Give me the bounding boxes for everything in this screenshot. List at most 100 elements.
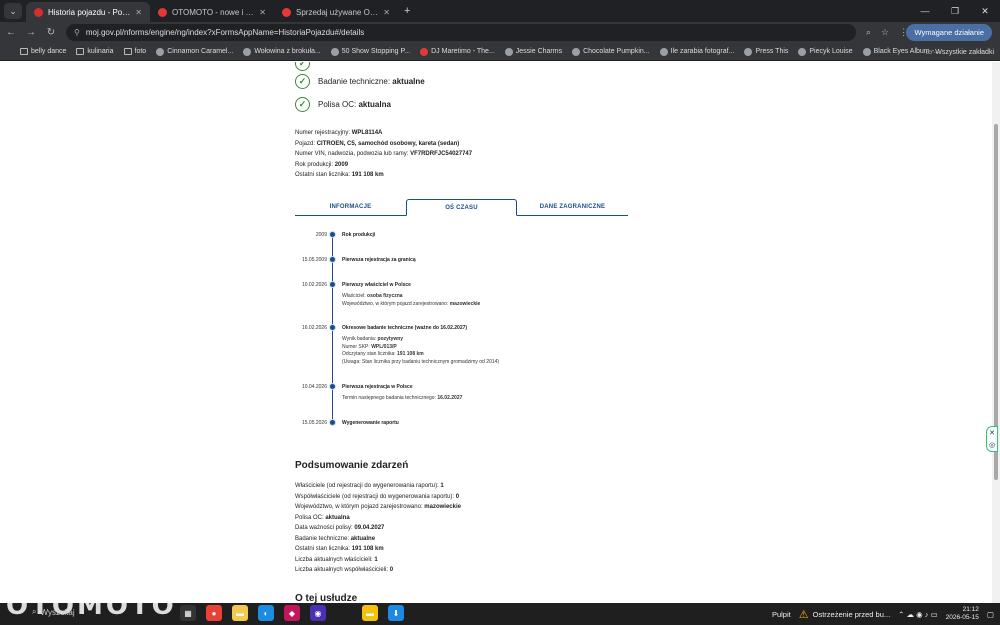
close-tab-icon[interactable]: ✕ bbox=[135, 8, 142, 17]
timeline-detail-row: Numer SKP: WPL/013/P bbox=[342, 344, 499, 352]
status-hidden: ✓ bbox=[295, 62, 310, 71]
warning-notification[interactable]: ⚠ Ostrzeżenie przed bu... bbox=[799, 608, 890, 621]
clock[interactable]: 21:12 2026-05-15 bbox=[946, 606, 979, 622]
edge-icon[interactable]: ◐ bbox=[258, 605, 274, 621]
desktop-label[interactable]: Pulpit bbox=[772, 610, 791, 619]
summary-row: Współwłaściciele (od rejestracji do wyge… bbox=[295, 492, 461, 503]
bookmark-item[interactable]: 50 Show Stopping P... bbox=[330, 47, 411, 56]
taskbar: OTOMOTO ⌕ Wyszukaj ▦ ● ▬ ◐ ◆ ◉ ▬ ⬇ Pulpi… bbox=[0, 591, 1000, 625]
timeline-date: 16.02.2026 bbox=[301, 325, 327, 331]
summary-row: Data ważności polisy: 09.04.2027 bbox=[295, 523, 461, 534]
zoom-icon[interactable]: ⌕ bbox=[866, 27, 871, 38]
required-action-button[interactable]: Wymagane działanie bbox=[906, 24, 992, 41]
folder-icon[interactable]: ▬ bbox=[362, 605, 378, 621]
back-icon[interactable]: ← bbox=[2, 27, 20, 38]
tab-oś-czasu[interactable]: OŚ CZASU bbox=[406, 199, 517, 216]
timeline-dot bbox=[329, 383, 336, 390]
page-tabs: INFORMACJE OŚ CZASU DANE ZAGRANICZNE bbox=[295, 199, 628, 216]
search-icon: ⌕ bbox=[32, 607, 37, 616]
summary-row: Liczba aktualnych właścicieli: 1 bbox=[295, 555, 461, 566]
timeline-detail-row: Termin następnego badania technicznego: … bbox=[342, 395, 462, 403]
notifications-icon[interactable]: ▢ bbox=[987, 610, 994, 619]
timeline-dot bbox=[329, 281, 336, 288]
bookmark-label: Press This bbox=[755, 48, 789, 55]
summary-row: Polisa OC: aktualna bbox=[295, 513, 461, 524]
site-icon bbox=[243, 47, 252, 56]
address-bar[interactable]: ⚲ moj.gov.pl/nforms/engine/ng/index?xFor… bbox=[66, 24, 856, 41]
bookmark-item[interactable]: belly dance bbox=[20, 48, 66, 56]
file-explorer-icon[interactable]: ▬ bbox=[232, 605, 248, 621]
bookmark-label: 50 Show Stopping P... bbox=[341, 48, 411, 55]
taskbar-search[interactable]: ⌕ Wyszukaj bbox=[32, 607, 75, 617]
accessibility-widget[interactable]: ✕ ◎ bbox=[986, 426, 998, 452]
bookmark-item[interactable]: DJ Maretimo - The... bbox=[420, 47, 495, 56]
tab-informacje[interactable]: INFORMACJE bbox=[295, 199, 406, 215]
vehicle-info: Numer rejestracyjny: WPL8114A Pojazd: CIT… bbox=[295, 128, 472, 181]
browser-tab-strip: ⌄ Historia pojazdu - Portal gov.pl✕OTOMO… bbox=[0, 0, 1000, 22]
bookmark-item[interactable]: kulinaria bbox=[76, 48, 114, 56]
timeline-detail-row: Właściciel: osoba fizyczna bbox=[342, 293, 480, 301]
bookmark-label: foto bbox=[134, 48, 147, 55]
bookmark-item[interactable]: Wołowina z brokuła... bbox=[243, 47, 321, 56]
close-icon[interactable]: ✕ bbox=[989, 429, 995, 437]
close-tab-icon[interactable]: ✕ bbox=[259, 8, 266, 17]
vehicle-info-value: CITROEN, C5, samochód osobowy, kareta (s… bbox=[316, 140, 460, 147]
downloads-icon[interactable]: ⬇ bbox=[388, 605, 404, 621]
timeline-title: Rok produkcji bbox=[342, 232, 376, 238]
timeline-detail-value: WPL/013/P bbox=[371, 343, 397, 350]
bookmark-item[interactable]: Press This bbox=[744, 47, 789, 56]
youtube-icon bbox=[420, 47, 429, 56]
timeline-detail-row: (Uwaga: Stan licznika przy badaniu techn… bbox=[342, 359, 499, 367]
bookmark-label: Wołowina z brokuła... bbox=[254, 48, 321, 55]
maximize-icon[interactable]: ❐ bbox=[940, 0, 970, 22]
site-icon bbox=[798, 47, 807, 56]
chrome-icon[interactable]: ● bbox=[206, 605, 222, 621]
timeline-date: 15.05.2026 bbox=[301, 420, 327, 426]
browser-tab[interactable]: Historia pojazdu - Portal gov.pl ✕ bbox=[26, 2, 150, 22]
status-inspection: ✓ Badanie techniczne: aktualne bbox=[295, 74, 425, 89]
summary-label: Badanie techniczne: bbox=[295, 535, 351, 542]
site-icon bbox=[504, 47, 513, 56]
bookmark-star-icon[interactable]: ☆ bbox=[881, 27, 889, 38]
bookmark-label: Cinnamon Caramel... bbox=[167, 48, 234, 55]
site-info-icon[interactable]: ⚲ bbox=[74, 28, 80, 37]
bookmark-item[interactable]: Ile zarabia fotograf... bbox=[659, 47, 735, 56]
summary-value: aktualne bbox=[350, 535, 376, 542]
forward-icon[interactable]: → bbox=[22, 27, 40, 38]
summary-label: Ostatni stan licznika: bbox=[295, 546, 352, 552]
check-icon: ✓ bbox=[295, 97, 310, 112]
all-bookmarks[interactable]: ▭ Wszystkie zakładki bbox=[926, 43, 994, 61]
minimize-icon[interactable]: — bbox=[910, 0, 940, 22]
close-window-icon[interactable]: ✕ bbox=[970, 0, 1000, 22]
bookmark-item[interactable]: Piecyk Louise bbox=[798, 47, 853, 56]
summary-value: 1 bbox=[440, 483, 444, 489]
reload-icon[interactable]: ↻ bbox=[42, 27, 60, 38]
app-icon[interactable]: ◆ bbox=[284, 605, 300, 621]
bookmark-item[interactable]: foto bbox=[123, 48, 147, 56]
browser-tab[interactable]: OTOMOTO - nowe i używane s ✕ bbox=[150, 2, 274, 22]
bookmark-label: Ile zarabia fotograf... bbox=[670, 48, 735, 55]
accessibility-icon[interactable]: ◎ bbox=[989, 441, 995, 449]
summary-value: aktualna bbox=[325, 514, 350, 521]
vehicle-info-value: WPL8114A bbox=[351, 130, 383, 136]
bookmark-item[interactable]: Jessie Charms bbox=[504, 47, 562, 56]
tab-dane-zagraniczne[interactable]: DANE ZAGRANICZNE bbox=[517, 199, 628, 215]
timeline-date: 2009 bbox=[315, 232, 327, 238]
timeline-details: Wynik badania: pozytywny Numer SKP: WPL/0… bbox=[342, 336, 499, 366]
tab-search-button[interactable]: ⌄ bbox=[4, 3, 22, 19]
browser-tab[interactable]: Sprzedaj używane Osobowe | O ✕ bbox=[274, 2, 398, 22]
bookmark-item[interactable]: Chocolate Pumpkin... bbox=[572, 47, 650, 56]
folder-icon bbox=[123, 48, 132, 55]
scrollbar[interactable] bbox=[992, 62, 1000, 603]
new-tab-button[interactable]: + bbox=[404, 5, 410, 17]
tray-icons[interactable]: ⌃ ☁ ◉ ♪ ▭ bbox=[898, 610, 938, 619]
site-icon bbox=[330, 47, 339, 56]
task-view-icon[interactable]: ▦ bbox=[180, 605, 196, 621]
check-icon: ✓ bbox=[295, 62, 310, 71]
timeline-date: 15.05.2009 bbox=[301, 257, 327, 263]
bookmark-item[interactable]: Cinnamon Caramel... bbox=[156, 47, 234, 56]
browser-tab-title: Historia pojazdu - Portal gov.pl bbox=[48, 7, 130, 17]
close-tab-icon[interactable]: ✕ bbox=[383, 8, 390, 17]
app-icon-2[interactable]: ◉ bbox=[310, 605, 326, 621]
summary-label: Województwo, w którym pojazd zarejestrow… bbox=[295, 504, 425, 510]
